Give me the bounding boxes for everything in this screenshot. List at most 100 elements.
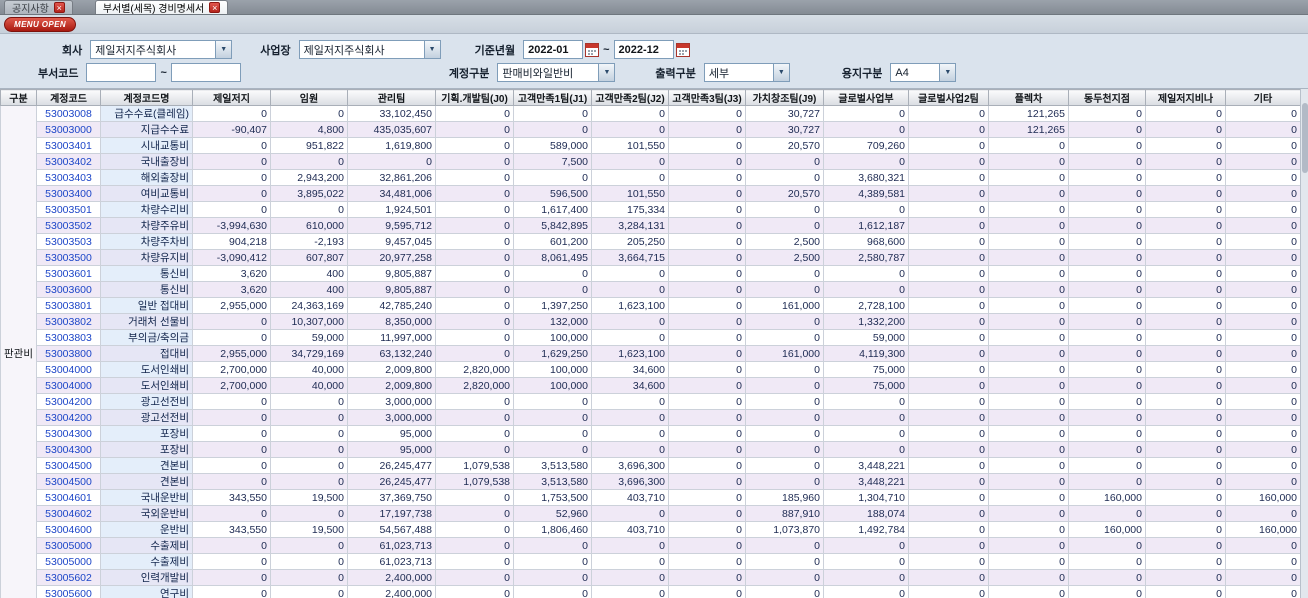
- paper-type-select[interactable]: A4 ▼: [890, 63, 957, 82]
- table-row[interactable]: 53005000 수출제비 0 0 61,023,713 0 0 0 0 0 0 0 0 0 0 0: [1, 553, 1301, 570]
- cell-account-code[interactable]: 53005000: [36, 553, 101, 570]
- cell-account-code[interactable]: 53003600: [36, 281, 101, 298]
- table-row[interactable]: 53004000 도서인쇄비 2,700,000 40,000 2,009,800 2,8…: [1, 377, 1301, 394]
- table-row[interactable]: 53005600 연구비 0 0 2,400,000 0 0 0 0 0 0 0 0 0 0 0: [1, 585, 1301, 598]
- column-header[interactable]: 기획.개발팀(J0): [435, 89, 514, 106]
- cell-account-code[interactable]: 53003008: [36, 105, 101, 122]
- cell-account-code[interactable]: 53004602: [36, 505, 101, 522]
- table-row[interactable]: 53003802 거래처 선물비 0 10,307,000 8,350,000 0 132,…: [1, 313, 1301, 330]
- menu-open-button[interactable]: MENU OPEN: [4, 16, 77, 32]
- table-row[interactable]: 53003801 일반 접대비 2,955,000 24,363,169 42,785,…: [1, 297, 1301, 314]
- table-row[interactable]: 53003803 부의금/축의금 0 59,000 11,997,000 0 100,000…: [1, 329, 1301, 346]
- table-row[interactable]: 53004500 견본비 0 0 26,245,477 1,079,538 3,513,58…: [1, 457, 1301, 474]
- table-row[interactable]: 53004602 국외운반비 0 0 17,197,738 0 52,960 0 0 887,91…: [1, 505, 1301, 522]
- column-header[interactable]: 플렉차: [988, 89, 1069, 106]
- table-row[interactable]: 53003402 국내출장비 0 0 0 0 7,500 0 0 0 0 0 0 0 0 0: [1, 153, 1301, 170]
- cell-account-code[interactable]: 53004200: [36, 393, 101, 410]
- account-type-select[interactable]: 판매비와일반비 ▼: [497, 63, 616, 82]
- cell-account-code[interactable]: 53004300: [36, 425, 101, 442]
- vertical-scrollbar[interactable]: [1300, 89, 1308, 598]
- cell-account-code[interactable]: 53005600: [36, 585, 101, 598]
- cell-account-code[interactable]: 53003801: [36, 297, 101, 314]
- table-row[interactable]: 53003500 차량유지비 -3,090,412 607,807 20,977,258…: [1, 249, 1301, 266]
- table-row[interactable]: 판관비 53003008 급수수료(클레임) 0 0 33,102,450 0 0 0 0 30,7…: [0, 105, 1301, 598]
- column-header[interactable]: 동두천지점: [1068, 89, 1146, 106]
- column-header[interactable]: 관리팀: [347, 89, 436, 106]
- column-header[interactable]: 계정코드: [36, 89, 101, 106]
- dept-code-to-input[interactable]: [170, 63, 241, 82]
- table-row[interactable]: 53004300 포장비 0 0 95,000 0 0 0 0 0 0 0 0 0 0 0: [1, 425, 1301, 442]
- table-row[interactable]: 53003503 차량주차비 904,218 -2,193 9,457,045 0 601,…: [1, 233, 1301, 250]
- period-to-input[interactable]: 2022-12: [613, 40, 674, 59]
- cell-account-code[interactable]: 53003400: [36, 185, 101, 202]
- cell-account-code[interactable]: 53003402: [36, 153, 101, 170]
- cell-account-code[interactable]: 53005602: [36, 569, 101, 586]
- table-row[interactable]: 53003601 통신비 3,620 400 9,805,887 0 0 0 0 0 0 0 0 0 0 0: [1, 265, 1301, 282]
- column-header[interactable]: 고객만족3팀(J3): [668, 89, 746, 106]
- column-header[interactable]: 제일저지: [192, 89, 271, 106]
- chevron-down-icon[interactable]: ▼: [939, 64, 956, 81]
- table-row[interactable]: 53003600 통신비 3,620 400 9,805,887 0 0 0 0 0 0 0 0 0 0 0: [1, 281, 1301, 298]
- column-header[interactable]: 기타: [1225, 89, 1301, 106]
- column-header[interactable]: 글로벌사업부: [823, 89, 909, 106]
- column-header[interactable]: 구분: [0, 89, 37, 106]
- table-row[interactable]: 53003400 여비교통비 0 3,895,022 34,481,006 0 596,50…: [1, 185, 1301, 202]
- table-row[interactable]: 53003000 지급수수료 -90,407 4,800 435,035,607 0 0 0 0…: [1, 121, 1301, 138]
- cell-account-code[interactable]: 53004500: [36, 473, 101, 490]
- table-row[interactable]: 53004601 국내운반비 343,550 19,500 37,369,750 0 1,7…: [1, 489, 1301, 506]
- table-row[interactable]: 53004300 포장비 0 0 95,000 0 0 0 0 0 0 0 0 0 0 0: [1, 441, 1301, 458]
- table-row[interactable]: 53004600 운반비 343,550 19,500 54,567,488 0 1,806…: [1, 521, 1301, 538]
- cell-account-code[interactable]: 53004500: [36, 457, 101, 474]
- column-header[interactable]: 계정코드명: [100, 89, 193, 106]
- chevron-down-icon[interactable]: ▼: [215, 41, 232, 58]
- cell-account-code[interactable]: 53004600: [36, 521, 101, 538]
- close-icon[interactable]: ×: [53, 2, 65, 13]
- column-header[interactable]: 임원: [270, 89, 348, 106]
- column-header[interactable]: 글로벌사업2팀: [908, 89, 989, 106]
- cell-account-code[interactable]: 53003500: [36, 249, 101, 266]
- cell-account-code[interactable]: 53003501: [36, 201, 101, 218]
- table-row[interactable]: 53005000 수출제비 0 0 61,023,713 0 0 0 0 0 0 0 0 0 0 0: [1, 537, 1301, 554]
- tab-notice[interactable]: 공지사항 ×: [4, 0, 73, 15]
- table-row[interactable]: 53005602 인력개발비 0 0 2,400,000 0 0 0 0 0 0 0 0 0 0 0: [1, 569, 1301, 586]
- table-row[interactable]: 53003800 접대비 2,955,000 34,729,169 63,132,240…: [1, 345, 1301, 362]
- dept-code-from-input[interactable]: [86, 63, 157, 82]
- column-header[interactable]: 제일저지비나: [1145, 89, 1226, 106]
- table-row[interactable]: 53003501 차량수리비 0 0 1,924,501 0 1,617,400 175,33…: [1, 201, 1301, 218]
- cell-account-code[interactable]: 53003403: [36, 169, 101, 186]
- table-row[interactable]: 53004200 광고선전비 0 0 3,000,000 0 0 0 0 0 0 0 0 0 0 0: [1, 393, 1301, 410]
- table-row[interactable]: 53004200 광고선전비 0 0 3,000,000 0 0 0 0 0 0 0 0 0 0 0: [1, 409, 1301, 426]
- column-header[interactable]: 고객만족2팀(J2): [591, 89, 669, 106]
- cell-account-code[interactable]: 53003802: [36, 313, 101, 330]
- cell-account-code[interactable]: 53003502: [36, 217, 101, 234]
- cell-account-code[interactable]: 53003800: [36, 345, 101, 362]
- cell-account-code[interactable]: 53003601: [36, 265, 101, 282]
- tab-expense-report[interactable]: 부서별(세목) 경비명세서 ×: [94, 0, 229, 15]
- table-row[interactable]: 53003502 차량주유비 -3,994,630 610,000 9,595,712 0…: [1, 217, 1301, 234]
- table-row[interactable]: 53003403 해외출장비 0 2,943,200 32,861,206 0 0 0 0 0 3,…: [1, 169, 1301, 186]
- cell-account-code[interactable]: 53003401: [36, 137, 101, 154]
- table-row[interactable]: 53004000 도서인쇄비 2,700,000 40,000 2,009,800 2,8…: [1, 361, 1301, 378]
- period-from-input[interactable]: 2022-01: [523, 40, 584, 59]
- column-header[interactable]: 가치창조팀(J9): [745, 89, 824, 106]
- cell-account-code[interactable]: 53004000: [36, 361, 101, 378]
- chevron-down-icon[interactable]: ▼: [772, 64, 789, 81]
- cell-account-code[interactable]: 53003803: [36, 329, 101, 346]
- chevron-down-icon[interactable]: ▼: [598, 64, 615, 81]
- company-select[interactable]: 제일저지주식회사 ▼: [90, 40, 233, 59]
- close-icon[interactable]: ×: [209, 2, 221, 13]
- calendar-icon[interactable]: [585, 42, 600, 57]
- table-row[interactable]: 53003401 시내교통비 0 951,822 1,619,800 0 589,000 10…: [1, 137, 1301, 154]
- column-header[interactable]: 고객만족1팀(J1): [513, 89, 592, 106]
- table-row[interactable]: 53004500 견본비 0 0 26,245,477 1,079,538 3,513,58…: [1, 473, 1301, 490]
- cell-account-code[interactable]: 53003000: [36, 121, 101, 138]
- cell-account-code[interactable]: 53004601: [36, 489, 101, 506]
- output-type-select[interactable]: 세부 ▼: [703, 63, 790, 82]
- cell-account-code[interactable]: 53004200: [36, 409, 101, 426]
- chevron-down-icon[interactable]: ▼: [423, 41, 440, 58]
- scrollbar-thumb[interactable]: [1302, 103, 1308, 173]
- cell-account-code[interactable]: 53003503: [36, 233, 101, 250]
- cell-account-code[interactable]: 53004000: [36, 377, 101, 394]
- site-select[interactable]: 제일저지주식회사 ▼: [298, 40, 441, 59]
- cell-account-code[interactable]: 53005000: [36, 537, 101, 554]
